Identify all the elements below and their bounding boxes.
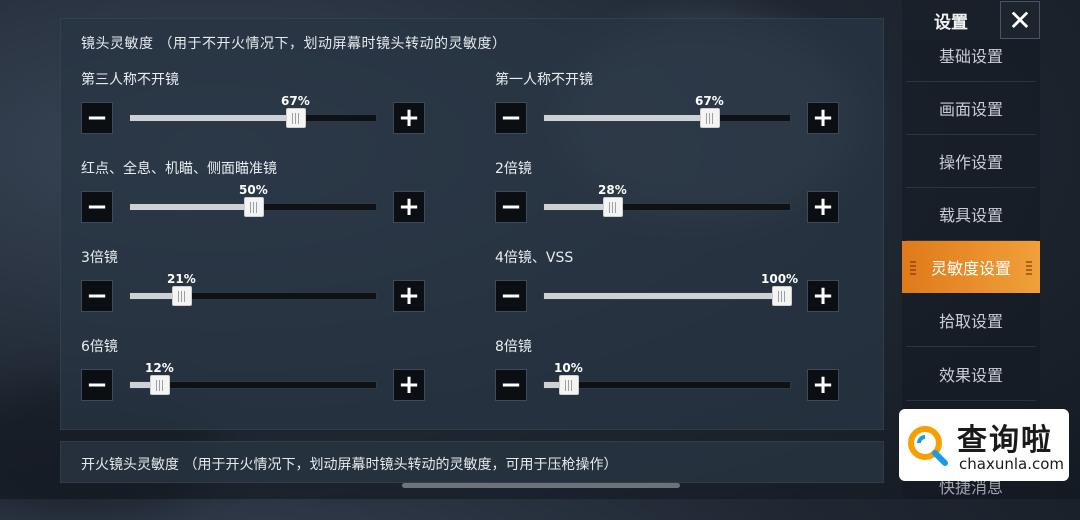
- slider-value: 28%: [598, 183, 627, 197]
- slider-track[interactable]: [129, 197, 377, 217]
- plus-icon: +: [812, 103, 834, 133]
- slider-track[interactable]: [129, 108, 377, 128]
- increase-button[interactable]: +: [393, 102, 425, 134]
- sensitivity-group: 第一人称不开镜 − 67% +: [495, 69, 855, 149]
- decrease-button[interactable]: −: [495, 280, 527, 312]
- slider-track[interactable]: [129, 286, 377, 306]
- sidebar-item-pickup[interactable]: 拾取设置: [906, 294, 1036, 347]
- plus-icon: +: [812, 281, 834, 311]
- slider-track[interactable]: [543, 197, 791, 217]
- decrease-button[interactable]: −: [81, 191, 113, 223]
- sidebar-item-graphics[interactable]: 画面设置: [906, 82, 1036, 135]
- slider-fill: [544, 115, 710, 121]
- slider-track[interactable]: [543, 108, 791, 128]
- decrease-button[interactable]: −: [81, 280, 113, 312]
- slider-thumb[interactable]: [700, 108, 720, 128]
- sensitivity-group: 第三人称不开镜 − 67% +: [81, 69, 441, 149]
- decrease-button[interactable]: −: [495, 191, 527, 223]
- slider-value: 100%: [761, 272, 799, 286]
- slider-label: 4倍镜、VSS: [495, 250, 574, 266]
- slider-fill: [544, 293, 792, 299]
- slider-thumb[interactable]: [286, 108, 306, 128]
- sensitivity-group: 3倍镜 − 21% +: [81, 247, 441, 327]
- watermark-text: 查询啦: [957, 423, 1053, 458]
- slider-thumb[interactable]: [603, 197, 623, 217]
- minus-icon: −: [86, 192, 108, 222]
- sidebar-item-controls[interactable]: 操作设置: [906, 135, 1036, 188]
- slider-thumb[interactable]: [559, 375, 579, 395]
- minus-icon: −: [86, 370, 108, 400]
- slider-value: 10%: [554, 361, 583, 375]
- slider-value: 67%: [695, 94, 724, 108]
- slider-track[interactable]: [543, 286, 792, 306]
- plus-icon: +: [398, 281, 420, 311]
- camera-sensitivity-panel: 镜头灵敏度 （用于不开火情况下，划动屏幕时镜头转动的灵敏度） 第三人称不开镜 −…: [60, 18, 884, 430]
- sidebar-item-effects[interactable]: 效果设置: [906, 348, 1036, 401]
- section-title: 镜头灵敏度 （用于不开火情况下，划动屏幕时镜头转动的灵敏度）: [81, 36, 507, 52]
- sensitivity-group: 8倍镜 − 10% +: [495, 336, 855, 416]
- slider-label: 2倍镜: [495, 161, 532, 177]
- plus-icon: +: [398, 370, 420, 400]
- sensitivity-group: 2倍镜 − 28% +: [495, 158, 855, 238]
- decrease-button[interactable]: −: [81, 102, 113, 134]
- slider-track[interactable]: [129, 375, 377, 395]
- slider-fill: [130, 115, 296, 121]
- slider-value: 67%: [281, 94, 310, 108]
- increase-button[interactable]: +: [807, 369, 839, 401]
- sidebar-item-vehicle[interactable]: 载具设置: [906, 188, 1036, 241]
- slider-label: 6倍镜: [81, 339, 118, 355]
- scroll-indicator: [402, 483, 680, 488]
- slider-fill: [130, 204, 254, 210]
- slider-label: 第一人称不开镜: [495, 72, 593, 88]
- increase-button[interactable]: +: [393, 191, 425, 223]
- slider-value: 21%: [167, 272, 196, 286]
- sensitivity-group: 红点、全息、机瞄、侧面瞄准镜 − 50% +: [81, 158, 441, 238]
- sidebar-item-sensitivity[interactable]: 灵敏度设置: [902, 241, 1040, 293]
- increase-button[interactable]: +: [807, 102, 839, 134]
- section-title: 开火镜头灵敏度 （用于开火情况下，划动屏幕时镜头转动的灵敏度，可用于压枪操作）: [81, 457, 618, 473]
- increase-button[interactable]: +: [807, 280, 839, 312]
- slider-thumb[interactable]: [150, 375, 170, 395]
- watermark-url: chaxunla.com: [959, 455, 1064, 473]
- slider-thumb[interactable]: [244, 197, 264, 217]
- plus-icon: +: [398, 103, 420, 133]
- minus-icon: −: [86, 281, 108, 311]
- slider-thumb[interactable]: [772, 286, 792, 306]
- slider-label: 3倍镜: [81, 250, 118, 266]
- slider-value: 12%: [145, 361, 174, 375]
- slider-label: 红点、全息、机瞄、侧面瞄准镜: [81, 161, 277, 177]
- minus-icon: −: [500, 103, 522, 133]
- decrease-button[interactable]: −: [495, 102, 527, 134]
- sensitivity-group: 4倍镜、VSS − 100% +: [495, 247, 855, 327]
- slider-label: 8倍镜: [495, 339, 532, 355]
- search-logo-icon: [908, 426, 948, 466]
- slider-thumb[interactable]: [172, 286, 192, 306]
- slider-label: 第三人称不开镜: [81, 72, 179, 88]
- increase-button[interactable]: +: [807, 191, 839, 223]
- increase-button[interactable]: +: [393, 369, 425, 401]
- decrease-button[interactable]: −: [495, 369, 527, 401]
- sensitivity-group: 6倍镜 − 12% +: [81, 336, 441, 416]
- minus-icon: −: [86, 103, 108, 133]
- minus-icon: −: [500, 370, 522, 400]
- minus-icon: −: [500, 192, 522, 222]
- decrease-button[interactable]: −: [81, 369, 113, 401]
- sidebar-item-basic[interactable]: 基础设置: [906, 29, 1036, 82]
- fire-sensitivity-section[interactable]: 开火镜头灵敏度 （用于开火情况下，划动屏幕时镜头转动的灵敏度，可用于压枪操作）: [60, 441, 884, 483]
- plus-icon: +: [398, 192, 420, 222]
- slider-value: 50%: [239, 183, 268, 197]
- plus-icon: +: [812, 192, 834, 222]
- plus-icon: +: [812, 370, 834, 400]
- slider-track[interactable]: [543, 375, 791, 395]
- minus-icon: −: [500, 281, 522, 311]
- watermark: 查询啦 chaxunla.com: [899, 409, 1069, 481]
- increase-button[interactable]: +: [393, 280, 425, 312]
